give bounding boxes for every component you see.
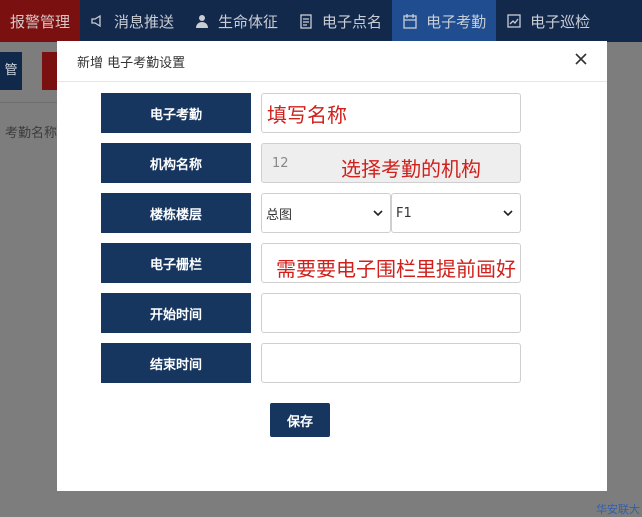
start-time-input[interactable] (261, 293, 521, 333)
form-row-org: 机构名称 12 选择考勤的机构 (101, 143, 521, 183)
end-time-label: 结束时间 (101, 343, 251, 383)
chart-icon (506, 13, 522, 29)
end-time-input[interactable] (261, 343, 521, 383)
form-row-name: 电子考勤 填写名称 (101, 93, 521, 133)
nav-item-roll-call[interactable]: 电子点名 (288, 0, 392, 42)
background-button-label: 管 (4, 63, 18, 78)
form-row-end-time: 结束时间 (101, 343, 521, 383)
nav-item-vital-signs[interactable]: 生命体征 (184, 0, 288, 42)
save-button[interactable]: 保存 (270, 403, 330, 437)
dialog-title: 新增 电子考勤设置 (77, 55, 186, 71)
nav-item-patrol[interactable]: 电子巡检 (496, 0, 600, 42)
org-annotation: 选择考勤的机构 (341, 157, 481, 181)
nav-item-label: 生命体征 (218, 12, 279, 31)
divider (0, 102, 58, 103)
close-icon[interactable] (571, 51, 591, 71)
fence-annotation: 需要要电子围栏里提前画好 (276, 257, 516, 281)
fence-label: 电子栅栏 (101, 243, 251, 283)
attendance-settings-dialog: 新增 电子考勤设置 电子考勤 填写名称 机构名称 12 选择考勤的机构 楼栋楼层… (57, 41, 607, 491)
form-row-start-time: 开始时间 (101, 293, 521, 333)
clipboard-icon (298, 13, 314, 29)
building-select-value: 总图 (266, 207, 293, 223)
nav-item-message-push[interactable]: 消息推送 (80, 0, 184, 42)
megaphone-icon (90, 13, 106, 29)
nav-item-alarm[interactable]: 报警管理 (0, 0, 81, 42)
dialog-header: 新增 电子考勤设置 (57, 41, 607, 82)
background-button: 管 (0, 52, 22, 90)
floor-select-value: F1 (396, 205, 412, 221)
nav-item-label: 电子巡检 (530, 12, 591, 31)
floor-select[interactable]: F1 (391, 193, 521, 233)
filter-label: 考勤名称 (5, 126, 58, 141)
chevron-down-icon (502, 207, 514, 219)
name-annotation: 填写名称 (267, 103, 347, 127)
nav-item-label: 电子考勤 (426, 12, 487, 31)
org-label: 机构名称 (101, 143, 251, 183)
name-label: 电子考勤 (101, 93, 251, 133)
form-row-fence: 电子栅栏 需要要电子围栏里提前画好 (101, 243, 521, 283)
brand-text: 华安联大 (596, 503, 640, 516)
nav-item-label: 消息推送 (114, 12, 175, 31)
person-icon (194, 13, 210, 29)
nav-item-label: 报警管理 (10, 12, 71, 31)
nav-item-attendance[interactable]: 电子考勤 (392, 0, 497, 42)
background-red-button (42, 52, 58, 90)
calendar-icon (402, 13, 418, 29)
building-select[interactable]: 总图 (261, 193, 391, 233)
floor-label: 楼栋楼层 (101, 193, 251, 233)
nav-item-label: 电子点名 (322, 12, 383, 31)
top-nav: 报警管理 消息推送 生命体征 电子点名 电子考勤 电子巡检 (0, 0, 642, 42)
form-row-floor: 楼栋楼层 总图 F1 (101, 193, 521, 233)
chevron-down-icon (372, 207, 384, 219)
start-time-label: 开始时间 (101, 293, 251, 333)
